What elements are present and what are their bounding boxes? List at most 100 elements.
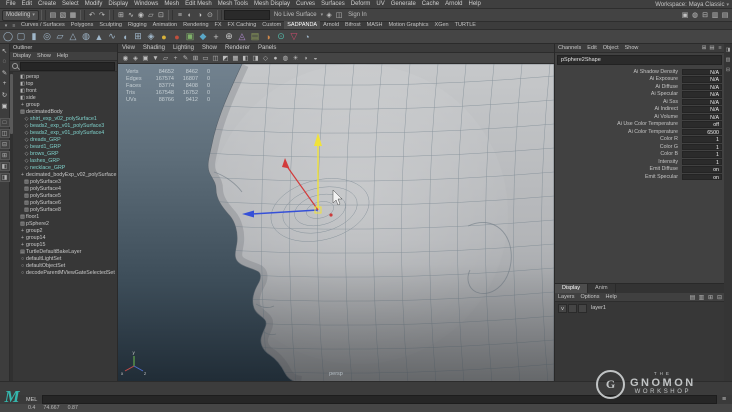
divider[interactable] bbox=[216, 10, 222, 20]
poly-helix-icon[interactable]: ∿ bbox=[106, 31, 118, 43]
workspace-selector[interactable]: Workspace: Maya Classic ▾ bbox=[655, 0, 729, 9]
viewport-menu-item[interactable]: Lighting bbox=[169, 44, 198, 52]
attribute-editor-toggle-icon[interactable]: ▥ bbox=[726, 57, 731, 63]
layer-editor-menu-item[interactable]: Layers bbox=[555, 293, 578, 301]
snap-point-icon[interactable]: ◉ bbox=[136, 10, 146, 20]
sculpt-tool-icon[interactable]: ● bbox=[158, 31, 170, 43]
divider[interactable] bbox=[108, 10, 114, 20]
poly-pyramid-icon[interactable]: ▲ bbox=[93, 31, 105, 43]
menu-item[interactable]: Create bbox=[35, 0, 59, 8]
menu-item[interactable]: Curves bbox=[293, 0, 318, 8]
menu-item[interactable]: Cache bbox=[419, 0, 442, 8]
poly-pipe-icon[interactable]: ◖ bbox=[119, 31, 131, 43]
script-editor-icon[interactable]: ≡ bbox=[719, 395, 729, 405]
outliner-item[interactable]: ◧ persp bbox=[14, 73, 117, 80]
textured-icon[interactable]: ◍ bbox=[281, 54, 290, 63]
channel-value-field[interactable]: 1 bbox=[682, 136, 722, 143]
quad-draw-icon[interactable]: ▣ bbox=[184, 31, 196, 43]
gate-mask-icon[interactable]: ◩ bbox=[221, 54, 230, 63]
layout-single-pane-icon[interactable]: □ bbox=[0, 118, 10, 127]
divider[interactable] bbox=[40, 10, 46, 20]
command-line-input[interactable] bbox=[42, 395, 717, 404]
outliner-item[interactable]: ◇ shirt_exp_v02_polySurface1 bbox=[14, 115, 117, 122]
menu-item[interactable]: Edit Mesh bbox=[182, 0, 215, 8]
render-settings-icon[interactable]: ⊙ bbox=[205, 10, 215, 20]
poly-sphere-icon[interactable]: ◯ bbox=[2, 31, 14, 43]
outliner-item[interactable]: ◇ dreads_GRP bbox=[14, 136, 117, 143]
bridge-icon[interactable]: ◔ bbox=[301, 31, 313, 43]
mirror-icon[interactable]: ◬ bbox=[236, 31, 248, 43]
attribute-editor-icon[interactable]: ▥ bbox=[710, 10, 720, 20]
ipr-render-icon[interactable]: ◑ bbox=[195, 10, 205, 20]
select-camera-icon[interactable]: ◉ bbox=[121, 54, 130, 63]
outliner-item[interactable]: ◇ necklace_GRP bbox=[14, 164, 117, 171]
modeling-toolkit-icon[interactable]: ▣ bbox=[680, 10, 690, 20]
menu-item[interactable]: Select bbox=[59, 0, 82, 8]
shelf-tab[interactable]: MASH bbox=[364, 21, 386, 29]
shelf-tab[interactable]: SADPANDA bbox=[284, 21, 321, 29]
outliner-item[interactable]: ◧ side bbox=[14, 94, 117, 101]
outliner-item[interactable]: ◇ beads2_exp_v01_polySurface3 bbox=[14, 122, 117, 129]
outliner-item[interactable]: ▧ floor1 bbox=[14, 213, 117, 220]
menu-item[interactable]: Surfaces bbox=[318, 0, 348, 8]
viewport-menu-item[interactable]: Renderer bbox=[221, 44, 254, 52]
menu-item[interactable]: Windows bbox=[131, 0, 161, 8]
outliner-item[interactable]: ◇ beard1_GRP bbox=[14, 143, 117, 150]
poly-disc-icon[interactable]: ◍ bbox=[80, 31, 92, 43]
shelf-tab[interactable]: Curves / Surfaces bbox=[18, 21, 68, 29]
channel-box-menu-item[interactable]: Object bbox=[600, 44, 622, 52]
tool-settings-icon[interactable]: ⊟ bbox=[700, 10, 710, 20]
outliner-item[interactable]: ◇ lashes_GRP bbox=[14, 157, 117, 164]
shelf-tab[interactable]: Bifrost bbox=[342, 21, 364, 29]
outliner-menu-item[interactable]: Display bbox=[10, 52, 34, 60]
outliner-item[interactable]: + group2 bbox=[14, 227, 117, 234]
shelf-tab[interactable]: Animation bbox=[150, 21, 180, 29]
outliner-item[interactable]: + group15 bbox=[14, 241, 117, 248]
render-icon[interactable]: ◐ bbox=[185, 10, 195, 20]
channel-value-field[interactable]: N/A bbox=[682, 106, 722, 113]
outliner-menu-item[interactable]: Help bbox=[54, 52, 71, 60]
outliner-item[interactable]: ▧ polySurface6 bbox=[14, 199, 117, 206]
viewport-menu-item[interactable]: Panels bbox=[254, 44, 280, 52]
outliner-item[interactable]: ▧ pSphere2 bbox=[14, 220, 117, 227]
grid-icon[interactable]: ⊞ bbox=[191, 54, 200, 63]
open-scene-icon[interactable]: ▧ bbox=[58, 10, 68, 20]
channel-value-field[interactable]: off bbox=[682, 121, 722, 128]
empty-layer-icon[interactable]: ▥ bbox=[697, 294, 706, 301]
image-plane-icon[interactable]: ▱ bbox=[161, 54, 170, 63]
platonic-solid-icon[interactable]: ◈ bbox=[145, 31, 157, 43]
menu-item[interactable]: Modify bbox=[82, 0, 106, 8]
select-tool-icon[interactable]: ↖ bbox=[0, 46, 9, 55]
layout-two-side-icon[interactable]: ◫ bbox=[0, 129, 10, 138]
channel-value-field[interactable]: 1 bbox=[682, 151, 722, 158]
live-surface-label[interactable]: No Live Surface bbox=[271, 12, 320, 18]
menu-item[interactable]: Generate bbox=[388, 0, 419, 8]
snap-curve-icon[interactable]: ∿ bbox=[126, 10, 136, 20]
channel-box-menu-item[interactable]: Channels bbox=[555, 44, 584, 52]
channel-value-field[interactable]: on bbox=[682, 173, 722, 180]
highlight-selection-icon[interactable]: ◈ bbox=[324, 10, 334, 20]
layer-editor-menu-item[interactable]: Options bbox=[578, 293, 603, 301]
shaded-icon[interactable]: ● bbox=[271, 54, 280, 63]
layout-four-pane-icon[interactable]: ⊞ bbox=[0, 151, 10, 160]
shelf-menu-icon[interactable]: ▾ bbox=[2, 23, 10, 29]
channel-box-icon[interactable]: ▤ bbox=[720, 10, 730, 20]
shelf-tab[interactable]: TURTLE bbox=[452, 21, 479, 29]
menu-item[interactable]: Mesh Display bbox=[251, 0, 293, 8]
shelf-tab[interactable]: Motion Graphics bbox=[386, 21, 432, 29]
snap-view-icon[interactable]: ⊡ bbox=[156, 10, 166, 20]
resolution-gate-icon[interactable]: ◫ bbox=[211, 54, 220, 63]
viewport-menu-item[interactable]: View bbox=[118, 44, 139, 52]
lasso-tool-icon[interactable]: ◌ bbox=[0, 57, 9, 66]
channel-box-menu-item[interactable]: Show bbox=[622, 44, 642, 52]
outliner-item[interactable]: ◇ brows_GRP bbox=[14, 150, 117, 157]
new-scene-icon[interactable]: ▤ bbox=[48, 10, 58, 20]
subdiv-icon[interactable]: ⊞ bbox=[132, 31, 144, 43]
menu-item[interactable]: Display bbox=[105, 0, 131, 8]
new-layer-selected-icon[interactable]: ⊟ bbox=[715, 294, 724, 301]
construction-history-icon[interactable]: ≡ bbox=[175, 10, 185, 20]
outliner-item[interactable]: ◧ front bbox=[14, 87, 117, 94]
menu-item[interactable]: Deform bbox=[348, 0, 374, 8]
layer-editor-tab[interactable]: Display bbox=[555, 284, 589, 293]
bevel-icon[interactable]: ◑ bbox=[262, 31, 274, 43]
